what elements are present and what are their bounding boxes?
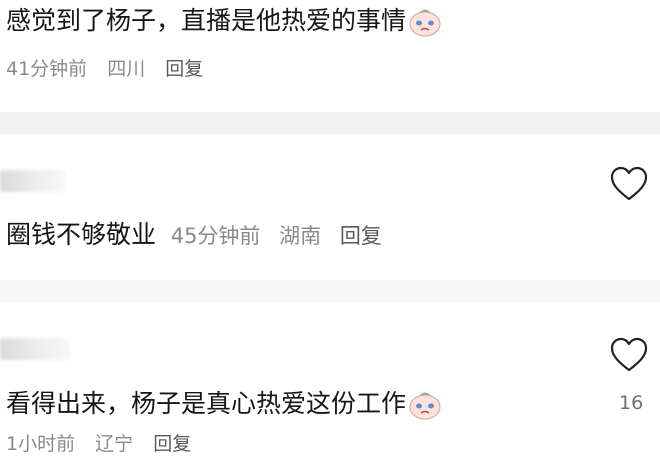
comment-3-location: 辽宁 xyxy=(95,433,134,455)
comment-2-meta: 45分钟前 湖南 回复 xyxy=(164,224,394,248)
comment-3-meta: 1小时前 辽宁 回复 xyxy=(6,432,205,456)
like-heart-icon[interactable] xyxy=(609,337,649,373)
comment-1-location: 四川 xyxy=(107,58,146,80)
comment-3-reply-button[interactable]: 回复 xyxy=(153,433,191,455)
username-blurred xyxy=(0,170,66,192)
like-count: 16 xyxy=(619,392,644,414)
comment-1-reply-button[interactable]: 回复 xyxy=(165,58,203,80)
comment-3-time: 1小时前 xyxy=(6,433,76,455)
comment-3-body: 看得出来，杨子是真心热爱这份工作 xyxy=(6,389,407,418)
crying-face-icon xyxy=(409,392,441,420)
section-divider xyxy=(0,280,660,302)
comment-1-body: 感觉到了杨子，直播是他热爱的事情 xyxy=(6,6,407,35)
username-blurred xyxy=(0,338,70,360)
comment-2-body: 圈钱不够敬业 xyxy=(6,220,157,249)
comment-1-time: 41分钟前 xyxy=(6,58,88,80)
crying-face-icon xyxy=(409,9,441,37)
comment-2-text: 圈钱不够敬业 45分钟前 湖南 回复 xyxy=(6,220,394,251)
comment-3-text: 看得出来，杨子是真心热爱这份工作 xyxy=(6,389,442,420)
comment-2-location: 湖南 xyxy=(279,224,322,248)
comment-2-reply-button[interactable]: 回复 xyxy=(340,224,382,248)
comment-1-meta: 41分钟前 四川 回复 xyxy=(6,57,217,81)
section-divider xyxy=(0,112,660,134)
like-heart-icon[interactable] xyxy=(609,166,649,202)
comment-1-text: 感觉到了杨子，直播是他热爱的事情 xyxy=(6,6,442,37)
comment-2-time: 45分钟前 xyxy=(170,224,261,248)
